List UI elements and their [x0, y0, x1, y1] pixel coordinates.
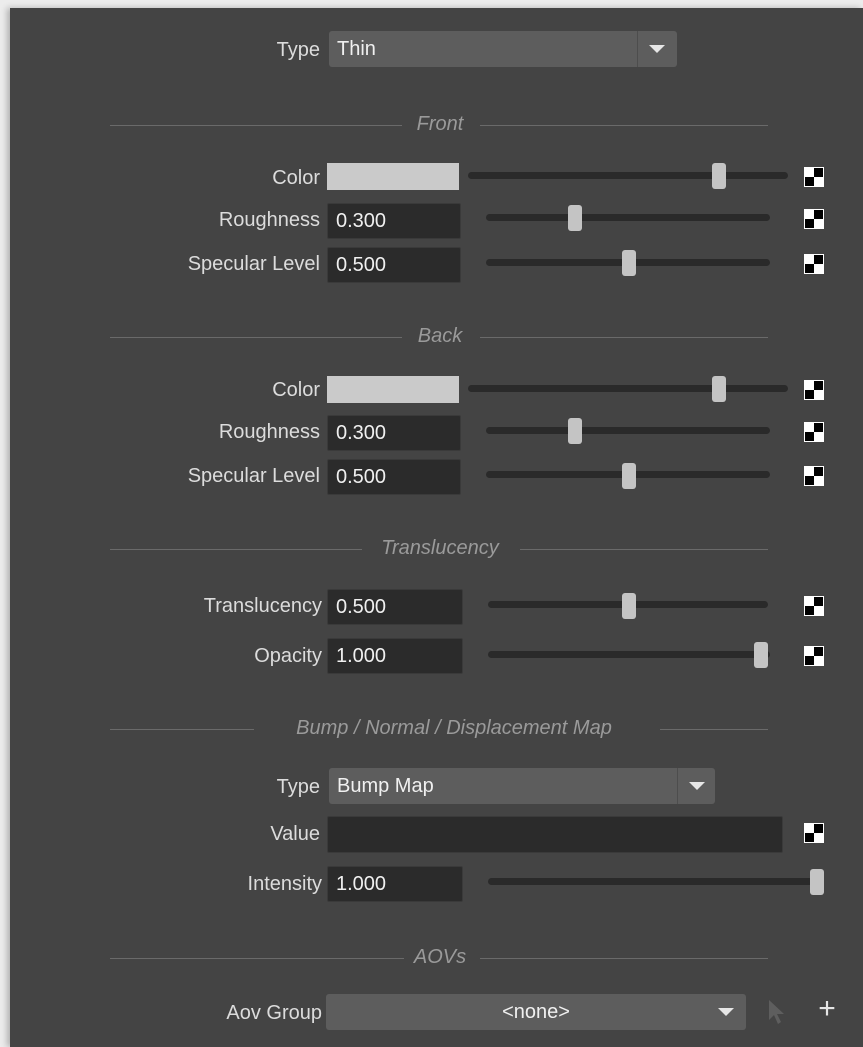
front-color-slider[interactable]: [468, 172, 788, 179]
bump-type-dropdown[interactable]: Bump Map: [329, 768, 715, 804]
bump-value-label: Value: [270, 823, 320, 845]
type-dropdown[interactable]: Thin: [329, 31, 677, 67]
checker-icon[interactable]: [804, 596, 824, 616]
checker-icon[interactable]: [804, 254, 824, 274]
section-divider-right: [480, 958, 768, 959]
back-roughness-slider-thumb[interactable]: [568, 418, 582, 444]
front-specular-slider-thumb[interactable]: [622, 250, 636, 276]
triangle-down-icon: [649, 45, 665, 53]
bump-type-label: Type: [276, 776, 320, 798]
section-divider-left: [110, 337, 402, 338]
checker-icon[interactable]: [804, 167, 824, 187]
section-divider-left: [110, 549, 362, 550]
type-label: Type: [276, 39, 320, 61]
front-specular-field[interactable]: 0.500: [327, 247, 461, 283]
section-divider-right: [480, 125, 768, 126]
translucency-slider-thumb[interactable]: [622, 593, 636, 619]
plus-icon[interactable]: +: [810, 992, 844, 1026]
front-roughness-slider-thumb[interactable]: [568, 205, 582, 231]
opacity-slider[interactable]: [488, 651, 770, 658]
section-title-front: Front: [416, 113, 464, 135]
section-title-aovs: AOVs: [413, 946, 467, 968]
front-color-label: Color: [272, 167, 320, 189]
front-roughness-label: Roughness: [218, 209, 320, 231]
dropdown-separator: [637, 31, 638, 67]
translucency-label: Translucency: [203, 595, 322, 617]
triangle-down-icon: [718, 1008, 734, 1016]
back-color-slider-thumb[interactable]: [712, 376, 726, 402]
back-specular-field[interactable]: 0.500: [327, 459, 461, 495]
back-color-label: Color: [272, 379, 320, 401]
checker-icon[interactable]: [804, 209, 824, 229]
back-roughness-slider[interactable]: [486, 427, 770, 434]
section-title-back: Back: [417, 325, 463, 347]
back-roughness-label: Roughness: [218, 421, 320, 443]
section-divider-right: [480, 337, 768, 338]
aov-group-label: Aov Group: [226, 1002, 322, 1024]
section-divider-left: [110, 729, 254, 730]
back-specular-slider-thumb[interactable]: [622, 463, 636, 489]
intensity-field[interactable]: 1.000: [327, 866, 463, 902]
cursor-arrow-icon[interactable]: [766, 998, 788, 1026]
front-roughness-field[interactable]: 0.300: [327, 203, 461, 239]
translucency-field[interactable]: 0.500: [327, 589, 463, 625]
section-title-bump: Bump / Normal / Displacement Map: [296, 717, 612, 739]
intensity-slider[interactable]: [488, 878, 820, 885]
aov-group-value: <none>: [502, 1001, 570, 1023]
front-roughness-slider[interactable]: [486, 214, 770, 221]
bump-value-field[interactable]: [327, 816, 783, 853]
opacity-slider-thumb[interactable]: [754, 642, 768, 668]
triangle-down-icon: [689, 782, 705, 790]
checker-icon[interactable]: [804, 466, 824, 486]
front-color-slider-thumb[interactable]: [712, 163, 726, 189]
back-specular-label: Specular Level: [187, 465, 320, 487]
section-divider-left: [110, 958, 404, 959]
section-divider-right: [660, 729, 768, 730]
checker-icon[interactable]: [804, 380, 824, 400]
front-color-swatch[interactable]: [327, 163, 459, 190]
bump-type-dropdown-value: Bump Map: [337, 775, 434, 797]
section-divider-right: [520, 549, 768, 550]
checker-icon[interactable]: [804, 422, 824, 442]
intensity-label: Intensity: [247, 873, 322, 895]
dropdown-separator: [677, 768, 678, 804]
aov-group-dropdown[interactable]: <none>: [326, 994, 746, 1030]
type-dropdown-value: Thin: [337, 38, 376, 60]
checker-icon[interactable]: [804, 646, 824, 666]
front-specular-label: Specular Level: [187, 253, 320, 275]
back-color-swatch[interactable]: [327, 376, 459, 403]
opacity-field[interactable]: 1.000: [327, 638, 463, 674]
back-color-slider[interactable]: [468, 385, 788, 392]
opacity-label: Opacity: [254, 645, 322, 667]
intensity-slider-thumb[interactable]: [810, 869, 824, 895]
section-title-translucency: Translucency: [381, 537, 499, 559]
checker-icon[interactable]: [804, 823, 824, 843]
section-divider-left: [110, 125, 402, 126]
material-properties-panel: Type Thin Front Color Roughness 0.300 Sp…: [10, 8, 863, 1047]
back-roughness-field[interactable]: 0.300: [327, 415, 461, 451]
